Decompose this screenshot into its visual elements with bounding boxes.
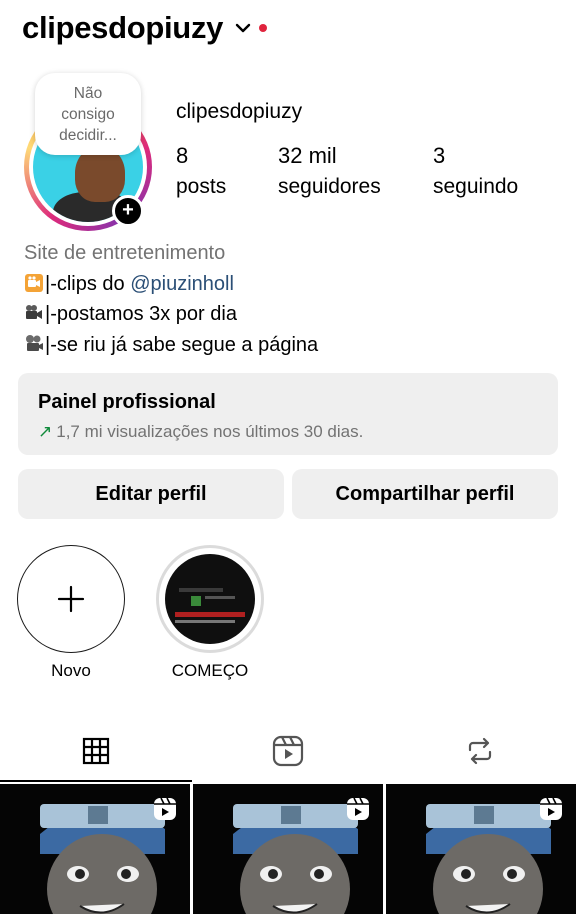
post-thumbnail-image xyxy=(40,804,165,914)
reel-badge-icon xyxy=(347,797,369,820)
posts-count: 8 xyxy=(176,143,189,168)
stat-following[interactable]: 3 seguindo xyxy=(433,143,518,199)
note-bubble[interactable]: Não consigo decidir... xyxy=(35,73,141,155)
reels-icon xyxy=(272,735,304,767)
bio-mention-link[interactable]: @piuzinholl xyxy=(130,273,234,295)
plus-icon xyxy=(57,585,85,613)
chevron-down-icon[interactable] xyxy=(235,19,253,37)
reel-badge-icon xyxy=(154,797,176,820)
account-username[interactable]: clipesdopiuzy xyxy=(22,10,223,46)
grid-post[interactable] xyxy=(193,784,383,914)
following-label: seguindo xyxy=(433,175,519,198)
highlight-label-comeco: COMEÇO xyxy=(171,661,249,680)
tab-reels[interactable] xyxy=(192,722,384,780)
followers-count: 32 mil xyxy=(278,143,337,168)
note-text: Não consigo decidir... xyxy=(59,84,117,144)
bio-category: Site de entretenimento xyxy=(24,242,226,264)
profile-tabs xyxy=(0,722,576,782)
profile-header: clipesdopiuzy xyxy=(22,6,268,50)
posts-label: posts xyxy=(176,175,227,198)
bio-line-3: |-se riu já sabe segue a página xyxy=(24,330,318,361)
tab-reposts[interactable] xyxy=(384,722,576,780)
share-profile-button[interactable]: Compartilhar perfil xyxy=(292,469,558,519)
repost-icon xyxy=(468,737,492,765)
professional-dashboard[interactable]: Painel profissional ↗ 1,7 mi visualizaçõe… xyxy=(18,373,558,455)
grid-icon xyxy=(82,737,110,765)
active-tab-indicator xyxy=(0,780,192,782)
add-story-icon[interactable]: + xyxy=(112,195,144,227)
dashboard-subtitle: ↗ 1,7 mi visualizações nos últimos 30 dia… xyxy=(38,422,363,442)
highlight-label-new: Novo xyxy=(51,661,91,680)
edit-profile-button[interactable]: Editar perfil xyxy=(18,469,284,519)
tab-grid[interactable] xyxy=(0,722,192,780)
reel-badge-icon xyxy=(540,797,562,820)
highlight-new[interactable]: Novo xyxy=(16,545,126,681)
post-thumbnail-image xyxy=(233,804,358,914)
bio-line-1-text: |-clips do xyxy=(45,272,131,295)
post-thumbnail-image xyxy=(426,804,551,914)
stat-followers[interactable]: 32 mil seguidores xyxy=(278,143,381,199)
highlight-cover[interactable] xyxy=(156,545,264,653)
stat-posts[interactable]: 8 posts xyxy=(176,143,226,199)
highlight-thumbnail xyxy=(165,554,255,644)
film-projector-icon xyxy=(26,334,43,351)
highlight-comeco[interactable]: COMEÇO xyxy=(155,545,265,681)
bio-line-2-text: |-postamos 3x por dia xyxy=(45,303,237,325)
movie-camera-icon xyxy=(25,273,43,292)
new-highlight-circle[interactable] xyxy=(17,545,125,653)
dashboard-views-text: 1,7 mi visualizações nos últimos 30 dias… xyxy=(56,422,364,441)
notification-dot xyxy=(259,24,268,32)
following-count: 3 xyxy=(433,143,446,168)
bio-line-3-text: |-se riu já sabe segue a página xyxy=(45,333,319,356)
trend-up-icon: ↗ xyxy=(38,422,53,441)
video-camera-icon xyxy=(26,305,42,319)
bio: Site de entretenimento |-clips do @piuzi… xyxy=(24,238,318,360)
grid-post[interactable] xyxy=(386,784,576,914)
dashboard-title: Painel profissional xyxy=(38,391,216,413)
bio-line-2: |-postamos 3x por dia xyxy=(24,299,318,330)
profile-name: clipesdopiuzy xyxy=(176,100,303,123)
bio-line-1: |-clips do @piuzinholl xyxy=(24,269,318,300)
followers-label: seguidores xyxy=(278,175,381,198)
grid-post[interactable] xyxy=(0,784,190,914)
post-grid xyxy=(0,784,576,914)
